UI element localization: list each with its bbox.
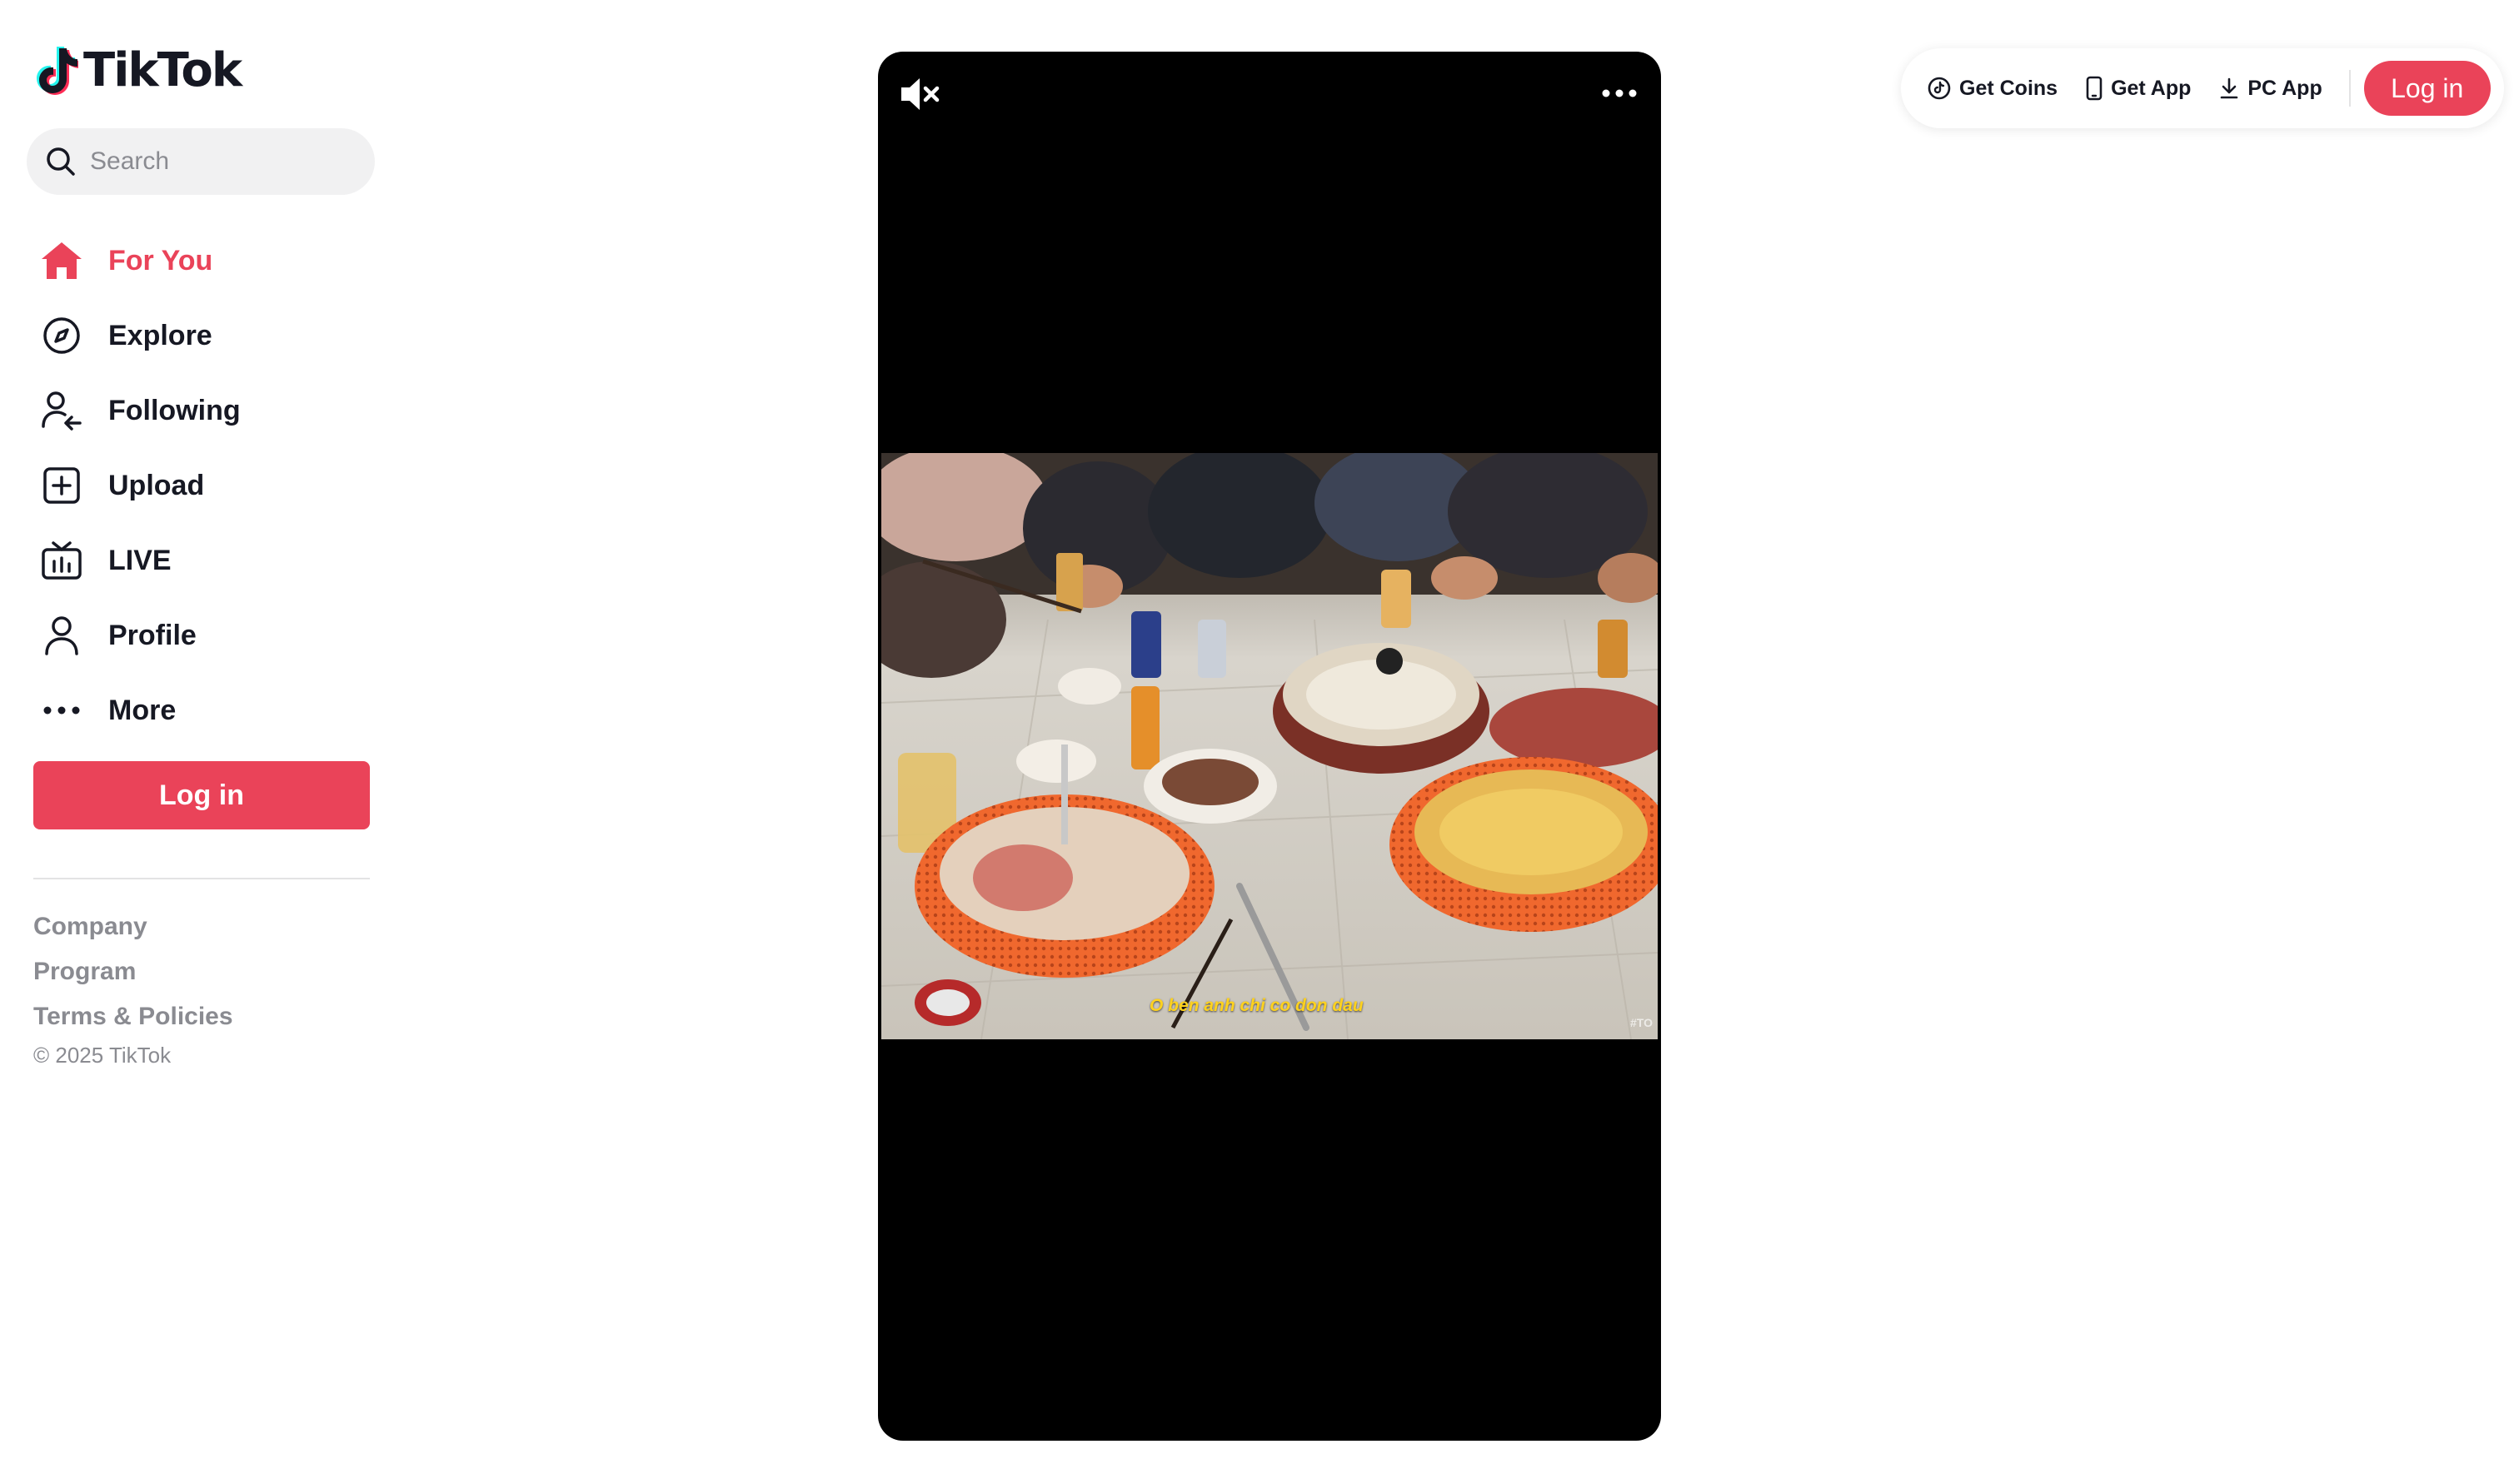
nav-label: Explore xyxy=(108,319,212,351)
footer-link-terms[interactable]: Terms & Policies xyxy=(33,994,233,1039)
nav-item-live[interactable]: LIVE xyxy=(37,523,387,598)
top-action-bar: Get Coins Get App PC App Log in xyxy=(1901,48,2504,128)
sidebar-footer: Company Program Terms & Policies © 2025 … xyxy=(33,904,233,1068)
sidebar-login-button[interactable]: Log in xyxy=(33,761,370,829)
video-more-options-button[interactable] xyxy=(1598,77,1641,110)
upload-icon xyxy=(37,461,87,510)
coin-icon xyxy=(1928,77,1951,100)
nav-label: More xyxy=(108,694,177,726)
get-app-link[interactable]: Get App xyxy=(2086,63,2191,113)
phone-icon xyxy=(2086,76,2102,101)
nav-label: Profile xyxy=(108,619,197,651)
get-coins-link[interactable]: Get Coins xyxy=(1928,63,2058,113)
video-watermark: #TO xyxy=(1630,1016,1653,1029)
video-thumbnail-image xyxy=(881,453,1658,1039)
nav-label: Upload xyxy=(108,469,205,501)
nav-item-upload[interactable]: Upload xyxy=(37,448,387,523)
topbar-login-button[interactable]: Log in xyxy=(2363,61,2491,116)
video-player[interactable]: O ben anh chi co don dau #TO xyxy=(878,52,1661,1441)
tiktok-logo[interactable]: TikTok xyxy=(37,40,242,100)
live-tv-icon xyxy=(37,535,87,585)
sidebar-divider xyxy=(33,878,370,879)
video-frame: O ben anh chi co don dau #TO xyxy=(881,453,1658,1039)
nav-label: LIVE xyxy=(108,544,172,576)
ellipsis-icon xyxy=(1602,89,1637,97)
logo-wordmark: TikTok xyxy=(83,42,242,97)
nav-item-following[interactable]: Following xyxy=(37,373,387,448)
topbar-divider xyxy=(2348,70,2351,107)
nav-label: Following xyxy=(108,394,241,426)
video-caption: O ben anh chi co don dau xyxy=(1150,996,1364,1015)
nav-item-for-you[interactable]: For You xyxy=(37,223,387,298)
compass-icon xyxy=(37,311,87,361)
pc-app-label: PC App xyxy=(2247,76,2322,100)
download-icon xyxy=(2221,77,2238,99)
home-icon xyxy=(37,236,87,286)
sidebar: TikTok For You Explore Following xyxy=(0,0,400,1484)
tiktok-note-icon xyxy=(37,47,78,95)
main-nav: For You Explore Following Upload LIVE Pr… xyxy=(37,223,387,748)
search-icon xyxy=(47,147,75,176)
footer-link-program[interactable]: Program xyxy=(33,949,233,994)
nav-item-explore[interactable]: Explore xyxy=(37,298,387,373)
get-coins-label: Get Coins xyxy=(1959,76,2058,100)
muted-speaker-icon[interactable] xyxy=(898,73,945,115)
search-input[interactable] xyxy=(88,147,358,177)
copyright-text: © 2025 TikTok xyxy=(33,1043,172,1068)
more-dots-icon xyxy=(37,685,87,735)
nav-item-more[interactable]: More xyxy=(37,673,387,748)
get-app-label: Get App xyxy=(2111,76,2192,100)
footer-link-company[interactable]: Company xyxy=(33,904,233,949)
profile-icon xyxy=(37,610,87,660)
following-icon xyxy=(37,386,87,436)
search-bar[interactable] xyxy=(27,128,375,195)
pc-app-link[interactable]: PC App xyxy=(2219,63,2322,113)
nav-label: For You xyxy=(108,244,213,276)
nav-item-profile[interactable]: Profile xyxy=(37,598,387,673)
